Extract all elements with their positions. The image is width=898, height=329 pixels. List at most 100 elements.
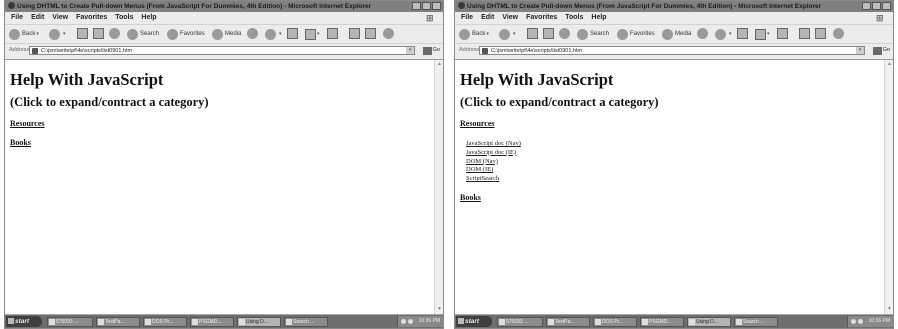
messenger-button[interactable] <box>815 28 826 41</box>
print-button[interactable] <box>737 28 748 41</box>
page-content: Help With JavaScript (Click to expand/co… <box>5 59 443 314</box>
media-button[interactable]: Media <box>212 28 241 41</box>
address-input[interactable]: C:\jsm\write\pf\4e\scripts\list0901.htm … <box>479 46 865 55</box>
taskbar-item[interactable]: TextPa... <box>546 317 590 327</box>
research-button[interactable] <box>349 28 360 41</box>
refresh-button[interactable] <box>543 28 554 41</box>
taskbar-item[interactable]: TextPa... <box>96 317 140 327</box>
scroll-up-icon[interactable]: ▲ <box>436 61 443 68</box>
menu-view[interactable]: View <box>52 14 68 21</box>
taskbar-item[interactable]: PSGMD... <box>640 317 684 327</box>
refresh-button[interactable] <box>93 28 104 41</box>
tray-icon[interactable] <box>858 319 863 324</box>
taskbar-item-active[interactable]: Using D... <box>237 317 281 327</box>
vertical-scrollbar[interactable]: ▲ ▼ <box>884 60 893 314</box>
mail-button[interactable]: ▾ <box>265 28 282 41</box>
minimize-icon[interactable] <box>862 2 871 10</box>
menu-view[interactable]: View <box>502 14 518 21</box>
tray-icon[interactable] <box>408 319 413 324</box>
go-button[interactable]: Go <box>872 46 890 55</box>
favorites-star-icon <box>167 29 178 40</box>
vertical-scrollbar[interactable]: ▲ ▼ <box>434 60 443 314</box>
extra-button[interactable] <box>383 28 396 41</box>
research-button[interactable] <box>799 28 810 41</box>
go-button[interactable]: Go <box>422 46 440 55</box>
home-button[interactable] <box>559 28 572 41</box>
category-resources-link[interactable]: Resources <box>460 119 893 129</box>
extra-button[interactable] <box>833 28 846 41</box>
menu-help[interactable]: Help <box>591 14 606 21</box>
edit-button[interactable]: ▾ <box>755 28 770 41</box>
menu-edit[interactable]: Edit <box>31 14 44 21</box>
taskbar-item[interactable]: PSGMD... <box>190 317 234 327</box>
favorites-button[interactable]: Favorites <box>617 28 655 41</box>
menu-favorites[interactable]: Favorites <box>76 14 107 21</box>
stop-button[interactable] <box>77 28 88 41</box>
search-button[interactable]: Search <box>127 28 159 41</box>
address-input[interactable]: C:\jsm\write\pf\4e\scripts\list0901.htm … <box>29 46 415 55</box>
forward-button[interactable]: ▾ <box>499 28 516 41</box>
search-icon <box>286 319 292 325</box>
taskbar-item[interactable]: 576093 ... <box>47 317 93 327</box>
scroll-down-icon[interactable]: ▼ <box>436 306 443 313</box>
taskbar-item[interactable]: 576093 ... <box>497 317 543 327</box>
close-icon[interactable] <box>882 2 891 10</box>
taskbar-item[interactable]: DOS Pr... <box>593 317 637 327</box>
media-button[interactable]: Media <box>662 28 691 41</box>
ie-icon <box>458 2 465 9</box>
category-resources-link[interactable]: Resources <box>10 119 443 129</box>
menu-favorites[interactable]: Favorites <box>526 14 557 21</box>
back-button[interactable]: Back▾ <box>9 28 39 41</box>
discuss-button[interactable] <box>327 28 338 41</box>
menu-tools[interactable]: Tools <box>565 14 583 21</box>
favorites-button[interactable]: Favorites <box>167 28 205 41</box>
window-title: Using DHTML to Create Pull-down Menus (F… <box>17 3 372 10</box>
mail-button[interactable]: ▾ <box>715 28 732 41</box>
address-label: Address <box>9 47 30 53</box>
address-dropdown-icon[interactable]: ▾ <box>856 47 864 54</box>
category-books-link[interactable]: Books <box>460 193 893 203</box>
submenu-link-javascript-doc-ie[interactable]: JavaScript doc (IE) <box>466 149 893 158</box>
start-button[interactable]: start <box>456 316 492 327</box>
taskbar-item[interactable]: Search ... <box>734 317 778 327</box>
submenu-link-dom-ie[interactable]: DOM (IE) <box>466 166 893 175</box>
category-books-link[interactable]: Books <box>10 138 443 148</box>
menu-edit[interactable]: Edit <box>481 14 494 21</box>
title-bar[interactable]: Using DHTML to Create Pull-down Menus (F… <box>5 1 443 12</box>
maximize-icon[interactable] <box>422 2 431 10</box>
search-button[interactable]: Search <box>577 28 609 41</box>
menu-help[interactable]: Help <box>141 14 156 21</box>
stop-button[interactable] <box>527 28 538 41</box>
title-bar[interactable]: Using DHTML to Create Pull-down Menus (F… <box>455 1 893 12</box>
scroll-down-icon[interactable]: ▼ <box>886 306 893 313</box>
menu-file[interactable]: File <box>461 14 473 21</box>
start-button[interactable]: start <box>6 316 42 327</box>
messenger-button[interactable] <box>365 28 376 41</box>
history-button[interactable] <box>247 28 260 41</box>
tray-icon[interactable] <box>401 319 406 324</box>
forward-button[interactable]: ▾ <box>49 28 66 41</box>
history-button[interactable] <box>697 28 710 41</box>
minimize-icon[interactable] <box>412 2 421 10</box>
tray-icon[interactable] <box>851 319 856 324</box>
close-icon[interactable] <box>432 2 441 10</box>
print-button[interactable] <box>287 28 298 41</box>
app-icon <box>642 319 648 325</box>
app-icon <box>98 319 104 325</box>
submenu-link-scriptsearch[interactable]: ScriptSearch <box>466 175 893 184</box>
taskbar-item-active[interactable]: Using D... <box>687 317 731 327</box>
edit-button[interactable]: ▾ <box>305 28 320 41</box>
home-button[interactable] <box>109 28 122 41</box>
submenu-link-javascript-doc-nav[interactable]: JavaScript doc (Nav) <box>466 140 893 149</box>
maximize-icon[interactable] <box>872 2 881 10</box>
submenu-link-dom-nav[interactable]: DOM (Nav) <box>466 158 893 167</box>
ie-icon <box>8 2 15 9</box>
address-dropdown-icon[interactable]: ▾ <box>406 47 414 54</box>
discuss-button[interactable] <box>777 28 788 41</box>
taskbar-item[interactable]: Search ... <box>284 317 328 327</box>
menu-tools[interactable]: Tools <box>115 14 133 21</box>
menu-file[interactable]: File <box>11 14 23 21</box>
back-button[interactable]: Back▾ <box>459 28 489 41</box>
taskbar-item[interactable]: DOS Pr... <box>143 317 187 327</box>
scroll-up-icon[interactable]: ▲ <box>886 61 893 68</box>
